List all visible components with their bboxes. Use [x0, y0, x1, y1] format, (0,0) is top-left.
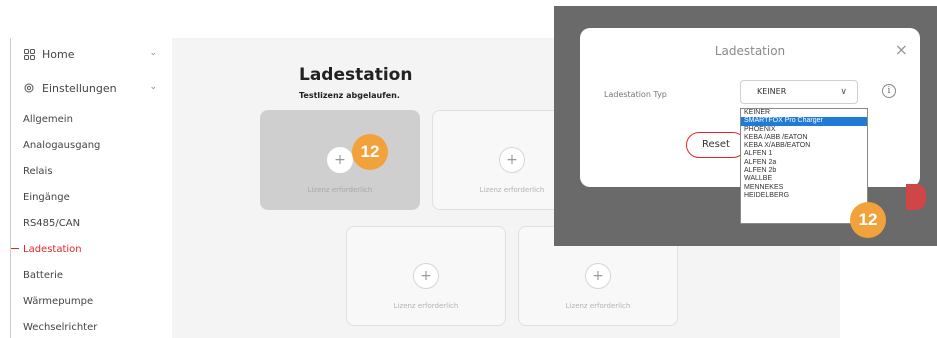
chevron-down-icon: ∨ — [840, 87, 847, 97]
sidebar-item-batterie[interactable]: Batterie — [11, 268, 63, 284]
step-badge: 12 — [352, 134, 388, 170]
sidebar-item-relais[interactable]: Relais — [11, 164, 53, 180]
chevron-down-icon: ⌄ — [149, 48, 157, 58]
sidebar-item-settings[interactable]: Einstellungen ⌄ — [11, 76, 169, 100]
page-title: Ladestation — [299, 65, 413, 85]
dropdown-option[interactable]: ALFEN 2a — [741, 159, 867, 167]
dropdown-option[interactable]: ALFEN 2b — [741, 167, 867, 175]
dropdown-option[interactable]: KEINER — [741, 109, 867, 117]
dropdown-option[interactable]: KEBA X/ABB/EATON — [741, 142, 867, 150]
license-required-text: Lizenz erforderlich — [393, 302, 459, 310]
sidebar-item-home[interactable]: Home ⌄ — [11, 42, 169, 66]
sidebar-item-eingaenge[interactable]: Eingänge — [11, 190, 70, 206]
dropdown-option[interactable]: WALLBE — [741, 175, 867, 183]
dropdown-option-selected[interactable]: SMARTFOX Pro Charger — [741, 117, 867, 126]
add-icon[interactable]: + — [499, 147, 525, 173]
dropdown-option[interactable]: PHOENIX — [741, 126, 867, 134]
charger-slot-card[interactable]: + Lizenz erforderlich — [346, 226, 506, 326]
modal-title: Ladestation — [714, 44, 786, 58]
chevron-down-icon: ⌄ — [149, 82, 157, 92]
charger-type-label: Ladestation Typ — [604, 90, 667, 99]
sidebar-settings-label: Einstellungen — [42, 81, 117, 95]
dropdown-option[interactable]: ALFEN 1 — [741, 150, 867, 158]
sidebar: Home ⌄ Einstellungen ⌄ Allgemein Analoga… — [10, 38, 168, 338]
license-status: Testlizenz abgelaufen. — [299, 91, 400, 100]
add-icon[interactable]: + — [413, 263, 439, 289]
active-indicator — [11, 247, 19, 249]
gear-icon — [23, 82, 35, 94]
sidebar-item-allgemein[interactable]: Allgemein — [11, 112, 73, 128]
license-required-text: Lizenz erforderlich — [307, 186, 373, 194]
close-icon[interactable]: × — [895, 40, 908, 59]
grid-icon — [23, 48, 35, 60]
add-icon[interactable]: + — [327, 147, 353, 173]
sidebar-item-label: Ladestation — [23, 244, 82, 255]
sidebar-item-ladestation[interactable]: Ladestation — [11, 242, 82, 258]
sidebar-item-wechselrichter[interactable]: Wechselrichter — [11, 320, 97, 336]
charger-type-select[interactable]: KEINER ∨ — [740, 80, 858, 104]
select-value: KEINER — [757, 87, 787, 96]
sidebar-item-waermepumpe[interactable]: Wärmepumpe — [11, 294, 93, 310]
step-badge: 12 — [850, 202, 886, 238]
app-root: Home ⌄ Einstellungen ⌄ Allgemein Analoga… — [0, 0, 937, 338]
modal-backdrop: Ladestation × Ladestation Typ KEINER ∨ i… — [554, 6, 937, 246]
sidebar-item-analogausgang[interactable]: Analogausgang — [11, 138, 100, 154]
dropdown-option[interactable]: KEBA /ABB /EATON — [741, 134, 867, 142]
side-tab — [906, 184, 926, 210]
sidebar-home-label: Home — [42, 47, 75, 61]
license-required-text: Lizenz erforderlich — [565, 302, 631, 310]
dropdown-option[interactable]: MENNEKES — [741, 184, 867, 192]
sidebar-item-rs485[interactable]: RS485/CAN — [11, 216, 80, 232]
dropdown-option[interactable]: HEIDELBERG — [741, 192, 867, 200]
charger-slot-card[interactable]: + Lizenz erforderlich — [260, 110, 420, 210]
reset-button[interactable]: Reset — [686, 132, 746, 158]
add-icon[interactable]: + — [585, 263, 611, 289]
info-icon[interactable]: i — [882, 84, 896, 98]
charger-type-dropdown[interactable]: KEINER SMARTFOX Pro Charger PHOENIX KEBA… — [740, 108, 868, 224]
